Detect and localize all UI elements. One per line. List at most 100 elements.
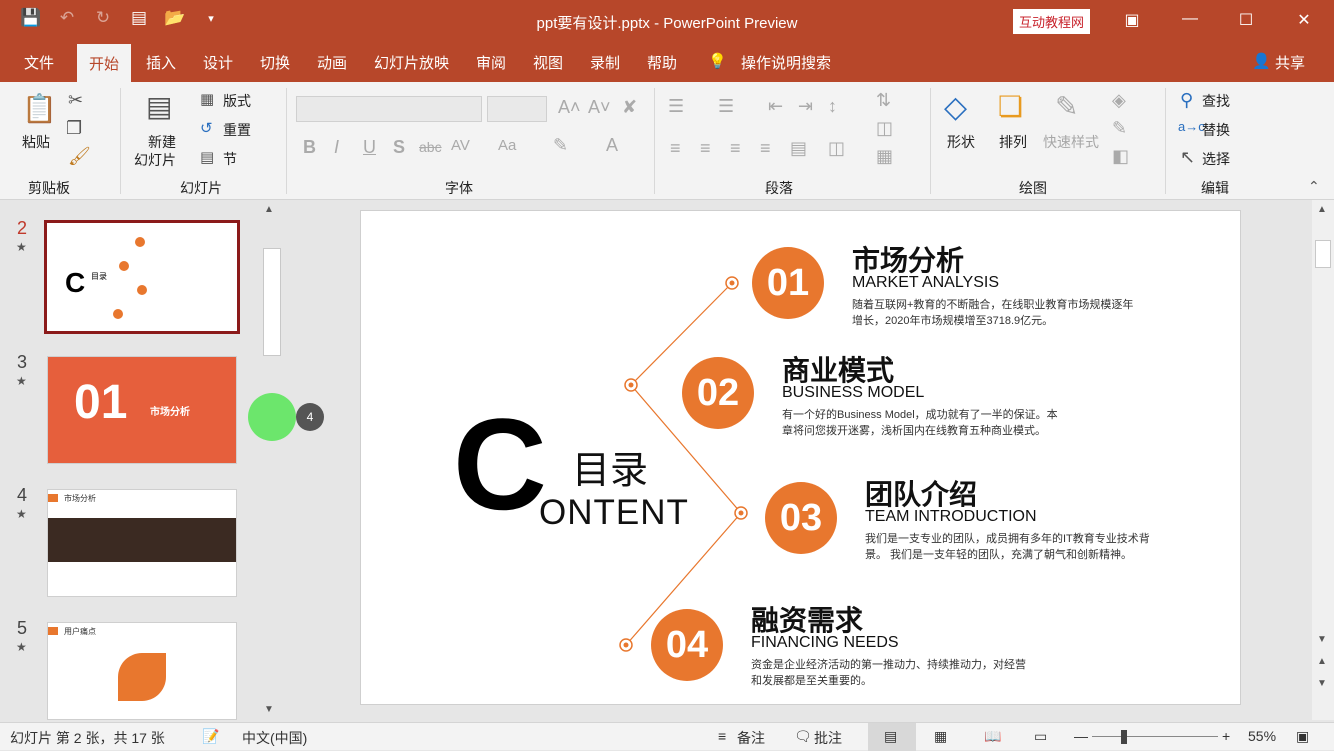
align-left-icon[interactable]: ≡ [670, 138, 681, 159]
font-color-icon[interactable]: A [606, 135, 618, 156]
reading-view-icon[interactable]: 📖 [984, 728, 1001, 745]
new-slide-label-1[interactable]: 新建 [148, 132, 176, 152]
strikethrough-icon[interactable]: abc [419, 139, 442, 155]
zoom-out-icon[interactable]: — [1074, 728, 1088, 744]
section-button[interactable]: 节 [223, 149, 237, 169]
clear-format-icon[interactable]: ✘ [622, 97, 637, 118]
find-button[interactable]: 查找 [1202, 91, 1230, 111]
underline-icon[interactable]: U [363, 137, 376, 158]
slide-scrollbar[interactable]: ▲ ▼ ▲ ▼ [1312, 200, 1334, 720]
tab-animations[interactable]: 动画 [317, 52, 347, 73]
next-slide-icon[interactable]: ▼ [1317, 678, 1327, 689]
slide-canvas[interactable]: C 目录 ONTENT 01 市场分析 MARKET ANALYSIS 随着互联… [360, 210, 1241, 705]
numbering-icon[interactable]: ☰ [718, 96, 734, 117]
tab-home[interactable]: 开始 [77, 44, 132, 82]
replace-button[interactable]: 替换 [1202, 120, 1230, 140]
zoom-level[interactable]: 55% [1248, 728, 1276, 744]
thumbnail-slide-3[interactable]: 01 市场分析 [47, 356, 237, 464]
scroll-up-icon[interactable]: ▲ [1317, 204, 1327, 215]
tab-file[interactable]: 文件 [24, 52, 54, 73]
scroll-down-icon[interactable]: ▼ [1317, 634, 1327, 645]
tab-view[interactable]: 视图 [533, 52, 563, 73]
tab-review[interactable]: 审阅 [476, 52, 506, 73]
copy-icon[interactable]: ❐ [66, 118, 82, 139]
change-case-icon[interactable]: Aa [498, 137, 516, 154]
scroll-thumb[interactable] [1315, 240, 1331, 268]
quick-styles-icon[interactable]: ✎ [1055, 90, 1078, 123]
columns-icon[interactable]: ◫ [828, 138, 845, 159]
quick-styles-button[interactable]: 快速样式 [1043, 132, 1099, 152]
increase-indent-icon[interactable]: ⇥ [798, 96, 813, 117]
align-text-icon[interactable]: ◫ [876, 118, 893, 139]
font-family-combo[interactable] [296, 96, 482, 122]
notes-button[interactable]: 备注 [737, 728, 765, 748]
cut-icon[interactable]: ✂ [68, 90, 83, 111]
scroll-down-icon[interactable]: ▼ [264, 704, 274, 715]
new-slide-icon[interactable]: ▤ [146, 90, 172, 123]
fit-slide-icon[interactable]: ▣ [1296, 728, 1309, 745]
ribbon-display-icon[interactable]: ▣ [1118, 10, 1146, 30]
comments-icon[interactable]: 🗨 [794, 728, 812, 745]
distributed-icon[interactable]: ▤ [790, 138, 807, 159]
shadow-icon[interactable]: S [393, 137, 405, 158]
shapes-button[interactable]: 形状 [947, 132, 975, 152]
slideshow-icon[interactable]: ▭ [1034, 728, 1047, 745]
align-right-icon[interactable]: ≡ [730, 138, 741, 159]
lightbulb-icon[interactable]: 💡 [708, 52, 727, 70]
select-button[interactable]: 选择 [1202, 149, 1230, 169]
tab-help[interactable]: 帮助 [647, 52, 677, 73]
thumbnail-slide-4[interactable]: 市场分析 [47, 489, 237, 597]
scroll-up-icon[interactable]: ▲ [264, 204, 274, 215]
grow-font-icon[interactable]: A˄ [558, 97, 581, 118]
highlight-icon[interactable]: ✎ [553, 135, 568, 156]
arrange-icon[interactable]: ❏ [998, 90, 1023, 123]
justify-icon[interactable]: ≡ [760, 138, 771, 159]
shape-outline-icon[interactable]: ✎ [1112, 118, 1127, 139]
thumbnail-slide-2[interactable]: C 目录 [44, 220, 240, 334]
zoom-slider-track[interactable] [1092, 736, 1218, 737]
layout-icon[interactable]: ▦ [200, 90, 214, 108]
zoom-slider-thumb[interactable] [1121, 730, 1127, 744]
share-button[interactable]: 共享 [1275, 52, 1305, 73]
shape-fill-icon[interactable]: ◈ [1112, 90, 1126, 111]
font-size-combo[interactable] [487, 96, 547, 122]
reset-icon[interactable]: ↺ [200, 119, 213, 137]
close-icon[interactable]: ✕ [1290, 10, 1318, 30]
previous-slide-icon[interactable]: ▲ [1317, 656, 1327, 667]
shapes-icon[interactable]: ◇ [944, 90, 967, 125]
tab-record[interactable]: 录制 [590, 52, 620, 73]
line-spacing-icon[interactable]: ↕ [828, 96, 837, 117]
text-direction-icon[interactable]: ⇅ [876, 90, 891, 111]
maximize-icon[interactable]: ☐ [1232, 10, 1260, 30]
collapse-ribbon-icon[interactable]: ⌃ [1308, 178, 1320, 195]
new-slide-label-2[interactable]: 幻灯片 [134, 150, 176, 170]
tab-slideshow[interactable]: 幻灯片放映 [374, 52, 449, 73]
shrink-font-icon[interactable]: A˅ [588, 97, 611, 118]
shape-effects-icon[interactable]: ◧ [1112, 146, 1129, 167]
smartart-icon[interactable]: ▦ [876, 146, 893, 167]
spellcheck-icon[interactable]: 📝 [202, 728, 219, 745]
language-indicator[interactable]: 中文(中国) [242, 728, 307, 748]
notes-icon[interactable]: ≡ [718, 728, 726, 744]
scroll-thumb[interactable] [263, 248, 281, 356]
tab-insert[interactable]: 插入 [146, 52, 176, 73]
select-icon[interactable]: ↖ [1180, 147, 1195, 168]
char-spacing-icon[interactable]: AV [451, 137, 470, 154]
section-icon[interactable]: ▤ [200, 148, 214, 166]
bullets-icon[interactable]: ☰ [668, 96, 684, 117]
zoom-in-icon[interactable]: + [1222, 728, 1230, 744]
format-painter-icon[interactable]: 🖌 [68, 146, 91, 167]
tab-transitions[interactable]: 切换 [260, 52, 290, 73]
reset-button[interactable]: 重置 [223, 120, 251, 140]
normal-view-icon[interactable]: ▤ [884, 728, 897, 745]
slide-sorter-icon[interactable]: ▦ [934, 728, 947, 745]
tell-me-search[interactable]: 操作说明搜索 [741, 52, 831, 73]
decrease-indent-icon[interactable]: ⇤ [768, 96, 783, 117]
align-center-icon[interactable]: ≡ [700, 138, 711, 159]
paste-button[interactable]: 粘贴 [22, 132, 50, 152]
bold-icon[interactable]: B [303, 137, 316, 158]
tab-design[interactable]: 设计 [203, 52, 233, 73]
italic-icon[interactable]: I [334, 137, 339, 158]
arrange-button[interactable]: 排列 [999, 132, 1027, 152]
find-icon[interactable]: ⚲ [1180, 90, 1193, 111]
